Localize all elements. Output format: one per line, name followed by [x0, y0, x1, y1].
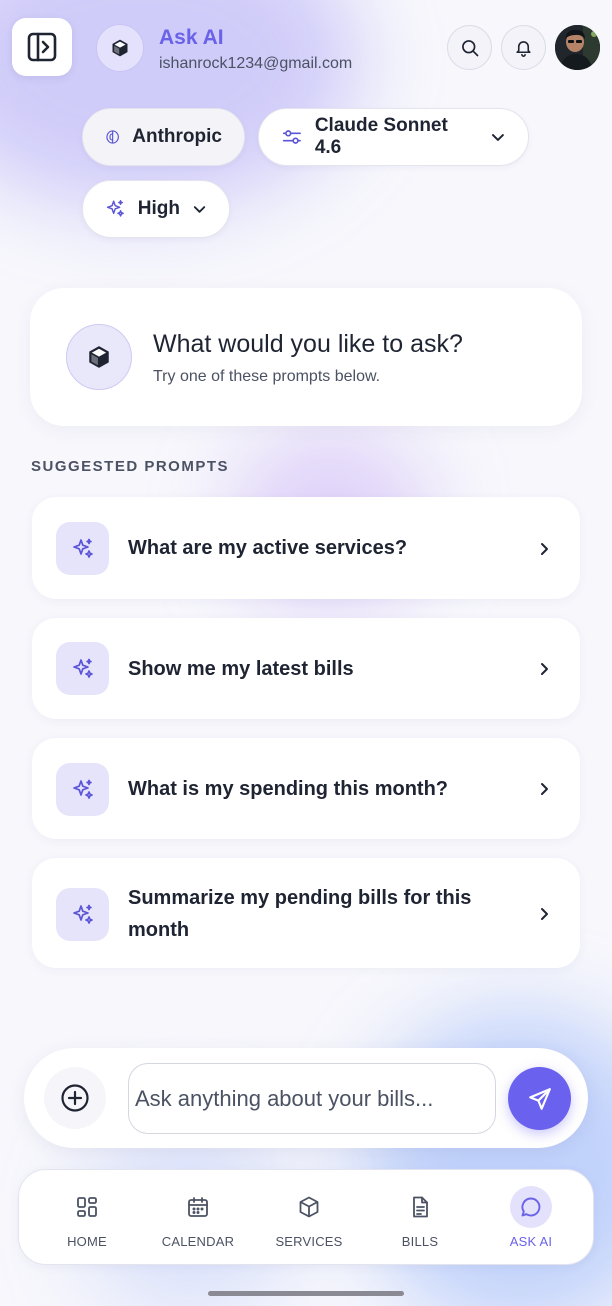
user-avatar[interactable]: [555, 25, 600, 70]
app-header: Ask AI ishanrock1234@gmail.com: [0, 0, 612, 90]
sidebar-toggle-icon: [27, 32, 57, 62]
brain-icon: [106, 130, 119, 144]
plus-circle-icon: [61, 1084, 89, 1112]
prompt-text: What are my active services?: [128, 537, 408, 559]
nav-label: CALENDAR: [161, 1234, 235, 1249]
nav-item-bills[interactable]: BILLS: [365, 1170, 475, 1266]
nav-label: HOME: [67, 1234, 107, 1249]
prompt-icon-badge: [56, 888, 109, 941]
box-icon: [299, 1196, 319, 1218]
home-indicator: [208, 1291, 404, 1296]
welcome-subtitle: Try one of these prompts below.: [153, 368, 381, 385]
bell-icon: [516, 41, 531, 57]
chevron-right-icon: [541, 543, 548, 555]
notifications-button[interactable]: [501, 25, 546, 70]
suggested-prompt[interactable]: Summarize my pending bills for this mont…: [32, 858, 580, 968]
model-selector[interactable]: Claude Sonnet 4.6: [258, 108, 529, 166]
search-button[interactable]: [447, 25, 492, 70]
model-label: Claude Sonnet 4.6: [314, 115, 448, 158]
nav-item-calendar[interactable]: CALENDAR: [143, 1170, 253, 1266]
prompt-text: What is my spending this month?: [128, 778, 448, 800]
prompt-text: Summarize my pending bills for this mont…: [128, 887, 472, 941]
nav-item-home[interactable]: HOME: [32, 1170, 142, 1266]
suggested-prompt[interactable]: Show me my latest bills: [32, 618, 580, 719]
grid-icon: [77, 1197, 97, 1217]
prompt-text: Show me my latest bills: [128, 658, 354, 680]
provider-label: Anthropic: [132, 126, 222, 147]
nav-label: ASK AI: [509, 1234, 553, 1249]
document-icon: [413, 1196, 428, 1218]
sparkle-icon: [72, 779, 93, 799]
nav-icon-wrap: [288, 1186, 330, 1228]
sparkle-icon: [72, 904, 93, 924]
chat-bubble-icon: [521, 1197, 541, 1217]
chevron-down-icon: [492, 134, 505, 141]
nav-icon-wrap: [510, 1186, 552, 1228]
prompt-icon-badge: [56, 642, 109, 695]
send-button[interactable]: [508, 1067, 571, 1130]
ai-cube-icon: [112, 39, 128, 57]
user-email: ishanrock1234@gmail.com: [159, 55, 353, 72]
chevron-right-icon: [541, 663, 548, 675]
chevron-down-icon: [193, 206, 206, 213]
nav-icon-wrap: [66, 1186, 108, 1228]
send-icon: [528, 1087, 551, 1110]
sliders-icon: [282, 130, 301, 144]
nav-label: SERVICES: [275, 1234, 343, 1249]
attach-button[interactable]: [44, 1067, 106, 1129]
provider-selector[interactable]: Anthropic: [82, 108, 245, 166]
nav-icon-wrap: [177, 1186, 219, 1228]
welcome-title: What would you like to ask?: [153, 330, 463, 358]
sparkle-icon: [72, 658, 93, 678]
ai-cube-icon: [89, 346, 109, 368]
suggested-prompt[interactable]: What are my active services?: [32, 497, 580, 599]
chat-input[interactable]: [128, 1063, 496, 1134]
suggested-prompt[interactable]: What is my spending this month?: [32, 738, 580, 839]
effort-selector[interactable]: High: [82, 180, 230, 238]
prompt-icon-badge: [56, 763, 109, 816]
chevron-right-icon: [541, 783, 548, 795]
sidebar-toggle-button[interactable]: [12, 18, 72, 76]
effort-label: High: [137, 198, 180, 219]
welcome-card: What would you like to ask? Try one of t…: [30, 288, 582, 426]
nav-item-services[interactable]: SERVICES: [254, 1170, 364, 1266]
nav-item-ask-ai[interactable]: ASK AI: [476, 1170, 586, 1266]
nav-label: BILLS: [401, 1234, 439, 1249]
search-icon: [461, 39, 478, 56]
nav-icon-wrap: [399, 1186, 441, 1228]
page-title: Ask AI: [159, 26, 224, 49]
welcome-icon-badge: [66, 324, 132, 390]
chevron-right-icon: [541, 908, 548, 920]
avatar-photo: [555, 25, 600, 70]
sparkle-icon: [72, 538, 93, 558]
sparkle-icon: [106, 200, 124, 217]
bottom-nav: HOME CALENDAR SERVICES BILLS ASK AI: [18, 1169, 594, 1265]
app-logo: [96, 24, 144, 72]
suggested-prompts-heading: SUGGESTED PROMPTS: [31, 458, 230, 475]
prompt-icon-badge: [56, 522, 109, 575]
chat-composer: [24, 1048, 588, 1148]
calendar-icon: [188, 1197, 208, 1217]
